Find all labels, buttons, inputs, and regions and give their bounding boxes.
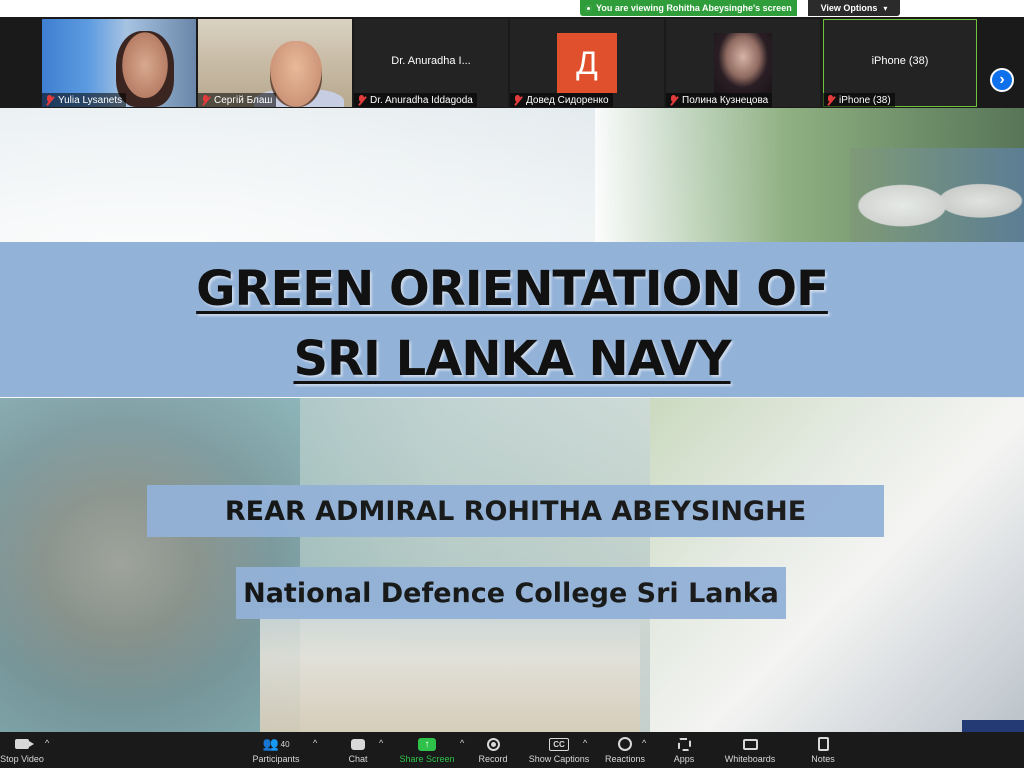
video-camera-icon — [15, 739, 34, 749]
slide-title-line2: SRI LANKA NAVY — [293, 331, 731, 387]
reactions-icon — [618, 737, 632, 751]
notes-icon — [817, 737, 829, 751]
mic-muted-icon — [201, 95, 210, 105]
share-screen-label: Share Screen — [399, 754, 455, 764]
participant-tile[interactable]: Полина Кузнецова — [666, 19, 820, 107]
share-options-caret-icon[interactable]: ^ — [460, 738, 464, 748]
participant-name-tag: Сергій Блаш — [198, 93, 277, 107]
view-options-label: View Options — [820, 3, 878, 13]
participant-name: Довед Сидоренко — [526, 94, 609, 106]
stop-video-label: Stop Video — [0, 754, 44, 764]
participant-tile-active[interactable]: iPhone (38) iPhone (38) — [823, 19, 977, 107]
chat-icon — [351, 738, 365, 750]
participant-name: Dr. Anuradha Iddagoda — [370, 94, 473, 106]
apps-button[interactable]: Apps — [670, 736, 698, 766]
participant-tile[interactable]: Yulia Lysanets — [42, 19, 196, 107]
participant-strip: Yulia Lysanets Сергій Блаш Dr. Anuradha … — [0, 17, 1024, 108]
mic-muted-icon — [357, 95, 366, 105]
participants-count: 40 — [280, 739, 290, 749]
participant-display-name: iPhone (38) — [871, 55, 929, 67]
share-screen-button[interactable]: ↑ Share Screen — [398, 736, 456, 766]
viewing-banner: You are viewing Rohitha Abeysinghe's scr… — [0, 0, 1024, 17]
slide-photo-people — [850, 148, 1024, 244]
whiteboards-button[interactable]: Whiteboards — [722, 736, 778, 766]
chevron-right-icon[interactable]: › — [990, 68, 1014, 92]
mic-muted-icon — [513, 95, 522, 105]
record-label: Record — [478, 754, 508, 764]
slide-photo-sailors-cleanup — [650, 398, 1024, 732]
participant-name-tag: Yulia Lysanets — [42, 93, 127, 107]
participants-button[interactable]: 👥 40 Participants — [248, 736, 304, 766]
avatar — [714, 33, 772, 93]
apps-icon — [677, 737, 691, 751]
reactions-options-caret-icon[interactable]: ^ — [642, 738, 646, 748]
show-captions-button[interactable]: CC Show Captions — [527, 736, 591, 766]
view-options-button[interactable]: View Options ▾ — [808, 0, 900, 16]
slide-photo-beach-cleanup — [260, 608, 640, 732]
chat-label: Chat — [348, 754, 368, 764]
participant-name-tag: Dr. Anuradha Iddagoda — [354, 93, 477, 107]
notes-label: Notes — [811, 754, 835, 764]
mic-muted-icon — [45, 95, 54, 105]
show-captions-label: Show Captions — [528, 754, 590, 764]
slide-title-line1: GREEN ORIENTATION OF — [196, 261, 829, 317]
slide-corner-accent — [962, 720, 1024, 732]
participant-name-tag: iPhone (38) — [823, 93, 895, 107]
participant-tile[interactable]: Сергій Блаш — [198, 19, 352, 107]
chat-button[interactable]: Chat — [343, 736, 373, 766]
slide-title: GREEN ORIENTATION OF SRI LANKA NAVY — [0, 254, 1024, 394]
mic-muted-icon — [826, 95, 835, 105]
participants-label: Participants — [252, 754, 300, 764]
video-options-caret-icon[interactable]: ^ — [45, 738, 49, 748]
chevron-down-icon: ▾ — [883, 3, 888, 13]
participant-tile[interactable]: Д Довед Сидоренко — [510, 19, 664, 107]
meeting-toolbar: Stop Video ^ 👥 40 Participants ^ Chat ^ ↑… — [0, 732, 1024, 768]
participant-name-tag: Довед Сидоренко — [510, 93, 613, 107]
participant-display-name: Dr. Anuradha I... — [391, 55, 471, 67]
slide-photo-turtle — [0, 398, 300, 732]
institution-name: National Defence College Sri Lanka — [236, 567, 786, 619]
captions-options-caret-icon[interactable]: ^ — [583, 738, 587, 748]
viewing-dot-icon — [585, 4, 592, 12]
whiteboard-icon — [742, 738, 758, 750]
stop-video-button[interactable]: Stop Video — [0, 736, 44, 766]
notes-button[interactable]: Notes — [808, 736, 838, 766]
participants-options-caret-icon[interactable]: ^ — [313, 738, 317, 748]
record-button[interactable]: Record — [476, 736, 510, 766]
record-icon — [486, 737, 500, 751]
shared-screen-slide: GREEN ORIENTATION OF SRI LANKA NAVY REAR… — [0, 108, 1024, 732]
participant-name-tag: Полина Кузнецова — [666, 93, 773, 107]
apps-label: Apps — [673, 754, 695, 764]
reactions-label: Reactions — [604, 754, 646, 764]
participant-face — [270, 41, 322, 107]
viewing-text: You are viewing Rohitha Abeysinghe's scr… — [596, 3, 792, 13]
viewing-indicator: You are viewing Rohitha Abeysinghe's scr… — [580, 0, 797, 16]
participant-name: Полина Кузнецова — [682, 94, 769, 106]
share-screen-icon: ↑ — [418, 737, 436, 751]
captions-icon: CC — [549, 737, 569, 751]
participant-name: Сергій Блаш — [214, 94, 273, 106]
chat-options-caret-icon[interactable]: ^ — [379, 738, 383, 748]
presenter-name: REAR ADMIRAL ROHITHA ABEYSINGHE — [147, 485, 884, 537]
whiteboards-label: Whiteboards — [724, 754, 776, 764]
mic-muted-icon — [669, 95, 678, 105]
avatar: Д — [557, 33, 617, 93]
participants-icon: 👥 — [262, 736, 279, 751]
participant-tile[interactable]: Dr. Anuradha I... Dr. Anuradha Iddagoda — [354, 19, 508, 107]
participant-name: iPhone (38) — [839, 94, 891, 106]
participant-name: Yulia Lysanets — [58, 94, 123, 106]
